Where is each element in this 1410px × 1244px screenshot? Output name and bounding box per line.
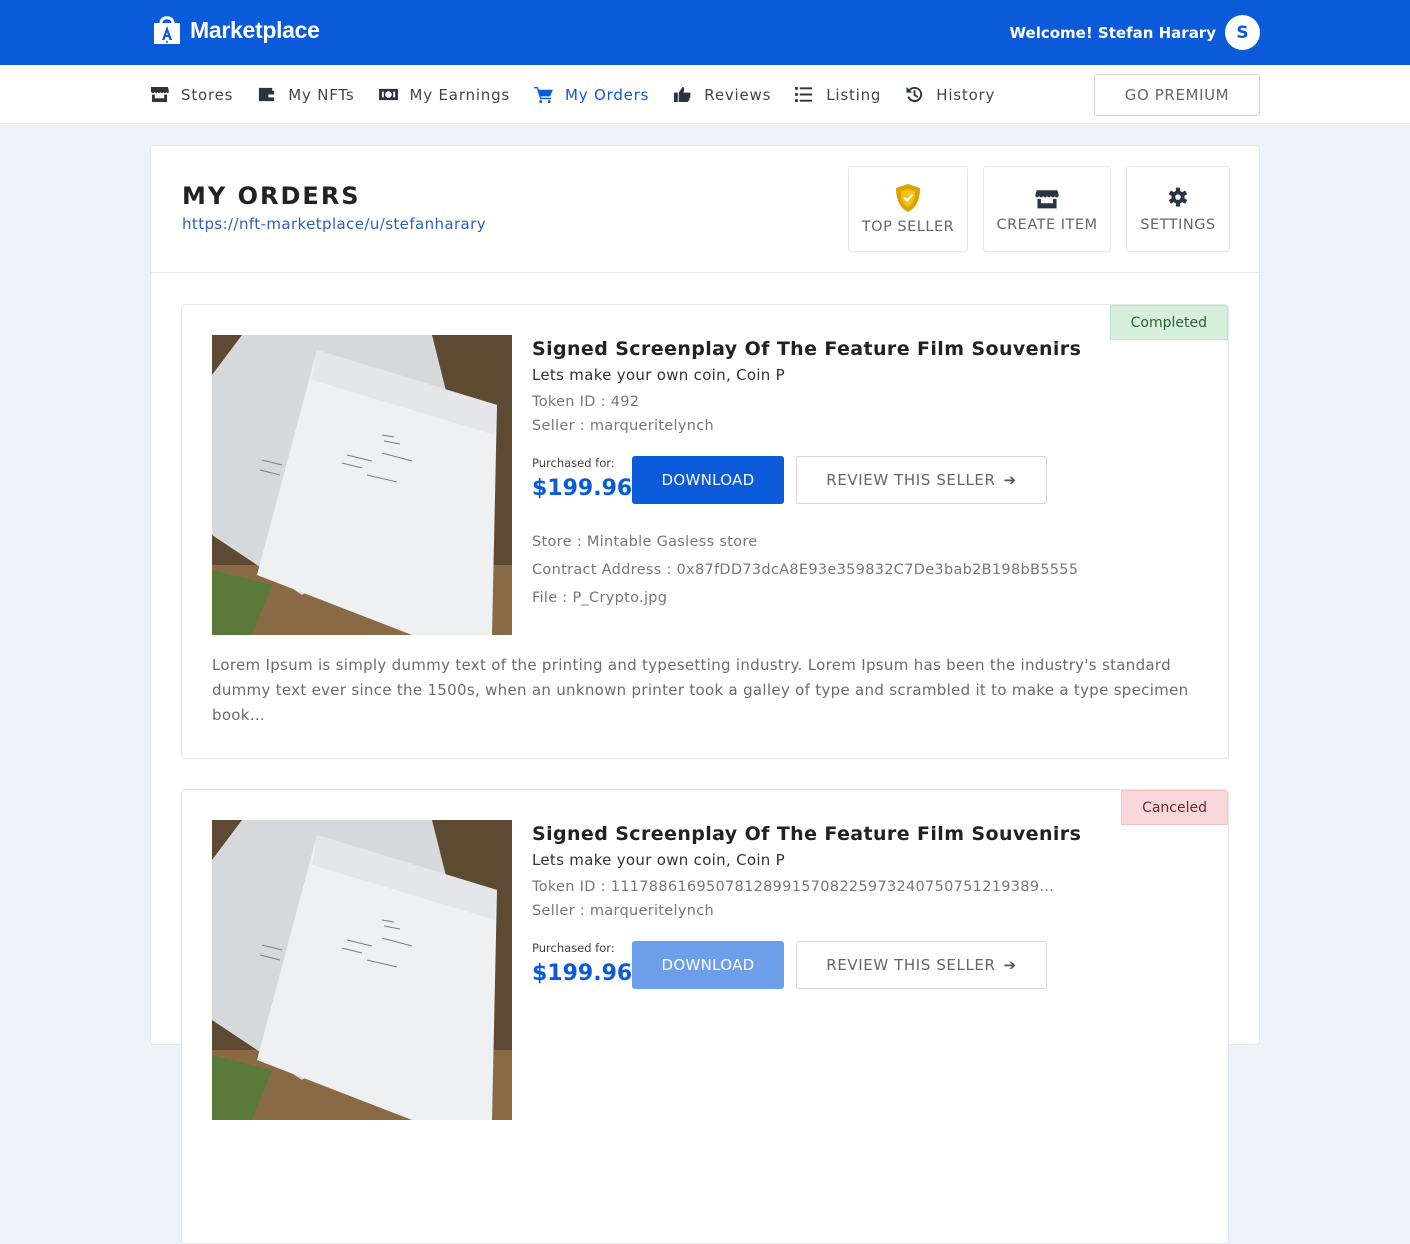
nav-label: History: [936, 85, 996, 104]
avatar[interactable]: S: [1225, 15, 1260, 50]
orders-panel: MY ORDERS https://nft-marketplace/u/stef…: [150, 145, 1260, 1244]
nav-label: Stores: [181, 85, 234, 104]
download-button[interactable]: DOWNLOAD: [632, 456, 784, 504]
seller: Seller : marqueritelynch: [532, 418, 714, 434]
nav-item-listing[interactable]: Listing: [795, 86, 881, 104]
top-seller-button[interactable]: TOP SELLER: [848, 166, 968, 252]
nav-item-my-nfts[interactable]: My NFTs: [257, 86, 354, 104]
review-seller-label: REVIEW THIS SELLER: [826, 956, 996, 974]
brand[interactable]: Marketplace: [150, 14, 320, 46]
thumbs-up-icon: [674, 86, 691, 103]
order-info: Signed Screenplay Of The Feature Film So…: [532, 822, 1212, 991]
nav-item-reviews[interactable]: Reviews: [673, 86, 771, 104]
price: $199.96: [532, 476, 633, 501]
order-thumbnail[interactable]: [212, 820, 512, 1120]
token-id: Token ID : 11178861695078128991570822597…: [532, 879, 1057, 895]
store-icon: [1035, 190, 1059, 209]
top-seller-label: TOP SELLER: [861, 219, 955, 235]
nav-item-history[interactable]: History: [905, 86, 995, 104]
purchased-label: Purchased for:: [532, 941, 615, 955]
screenplay-image: [212, 335, 512, 635]
seller: Seller : marqueritelynch: [532, 903, 714, 919]
gear-icon: [1168, 187, 1188, 207]
status-badge: Canceled: [1121, 790, 1228, 825]
purchase-row: Purchased for: $199.96 DOWNLOAD REVIEW T…: [532, 941, 1212, 991]
history-icon: [906, 86, 923, 103]
user-welcome: Welcome! Stefan Harary S: [1010, 15, 1260, 50]
wallet-icon: [259, 87, 275, 102]
list-icon: [795, 86, 813, 103]
settings-button[interactable]: SETTINGS: [1126, 166, 1230, 252]
nav-label: Listing: [826, 85, 882, 104]
page-title: MY ORDERS: [182, 182, 361, 210]
marketplace-logo-icon: [154, 16, 180, 44]
purchase-row: Purchased for: $199.96 DOWNLOAD REVIEW T…: [532, 456, 1212, 506]
status-badge: Completed: [1109, 305, 1228, 340]
order-details: Store : Mintable Gasless store Contract …: [532, 528, 1212, 612]
contract-address: Contract Address : 0x87fDD73dcA8E93e3598…: [532, 562, 1079, 578]
cart-icon: [534, 86, 553, 103]
arrow-right-icon: ➔: [1003, 471, 1017, 489]
screenplay-image: [212, 820, 512, 1120]
nav-item-my-earnings[interactable]: My Earnings: [378, 85, 511, 104]
order-card: Canceled Signed Screenplay Of The Featur…: [181, 789, 1229, 1244]
go-premium-button[interactable]: GO PREMIUM: [1094, 74, 1260, 116]
top-bar: Marketplace Welcome! Stefan Harary S: [0, 0, 1410, 65]
create-item-button[interactable]: CREATE ITEM: [983, 166, 1111, 252]
nav-label: My Orders: [565, 85, 650, 104]
price: $199.96: [532, 961, 633, 986]
nav-label: My NFTs: [288, 85, 355, 104]
file-name: File : P_Crypto.jpg: [532, 590, 668, 606]
money-bill-icon: [378, 88, 398, 101]
brand-name: Marketplace: [190, 16, 320, 43]
arrow-right-icon: ➔: [1003, 956, 1017, 974]
profile-url-link[interactable]: https://nft-marketplace/u/stefanharary: [182, 215, 486, 233]
nav-items: Stores My NFTs My Earnings My Orders Rev…: [150, 65, 1019, 124]
review-seller-button[interactable]: REVIEW THIS SELLER ➔: [796, 456, 1047, 504]
download-button[interactable]: DOWNLOAD: [632, 941, 784, 989]
purchased-label: Purchased for:: [532, 456, 615, 470]
nav-label: My Earnings: [409, 85, 511, 104]
item-title[interactable]: Signed Screenplay Of The Feature Film So…: [532, 337, 1212, 361]
shield-check-icon: [896, 184, 920, 212]
order-info: Signed Screenplay Of The Feature Film So…: [532, 337, 1212, 612]
item-description: Lorem Ipsum is simply dummy text of the …: [212, 656, 1189, 724]
review-seller-button[interactable]: REVIEW THIS SELLER ➔: [796, 941, 1047, 989]
nav-label: Reviews: [704, 85, 772, 104]
review-seller-label: REVIEW THIS SELLER: [826, 471, 996, 489]
create-item-label: CREATE ITEM: [996, 217, 1098, 233]
store-icon: [151, 86, 169, 103]
item-title[interactable]: Signed Screenplay Of The Feature Film So…: [532, 822, 1212, 846]
item-subtitle: Lets make your own coin, Coin P: [532, 366, 786, 384]
nav-item-stores[interactable]: Stores: [150, 86, 233, 104]
token-id: Token ID : 492: [532, 394, 640, 410]
settings-label: SETTINGS: [1140, 217, 1216, 233]
order-card: Completed Signed Screenplay Of The Featu…: [181, 304, 1229, 759]
nav-item-my-orders[interactable]: My Orders: [534, 86, 649, 104]
header-divider: [151, 272, 1259, 273]
store-name: Store : Mintable Gasless store: [532, 534, 758, 550]
nav-bar: Stores My NFTs My Earnings My Orders Rev…: [0, 65, 1410, 124]
welcome-text: Welcome! Stefan Harary: [1009, 23, 1216, 42]
item-subtitle: Lets make your own coin, Coin P: [532, 851, 786, 869]
order-thumbnail[interactable]: [212, 335, 512, 635]
